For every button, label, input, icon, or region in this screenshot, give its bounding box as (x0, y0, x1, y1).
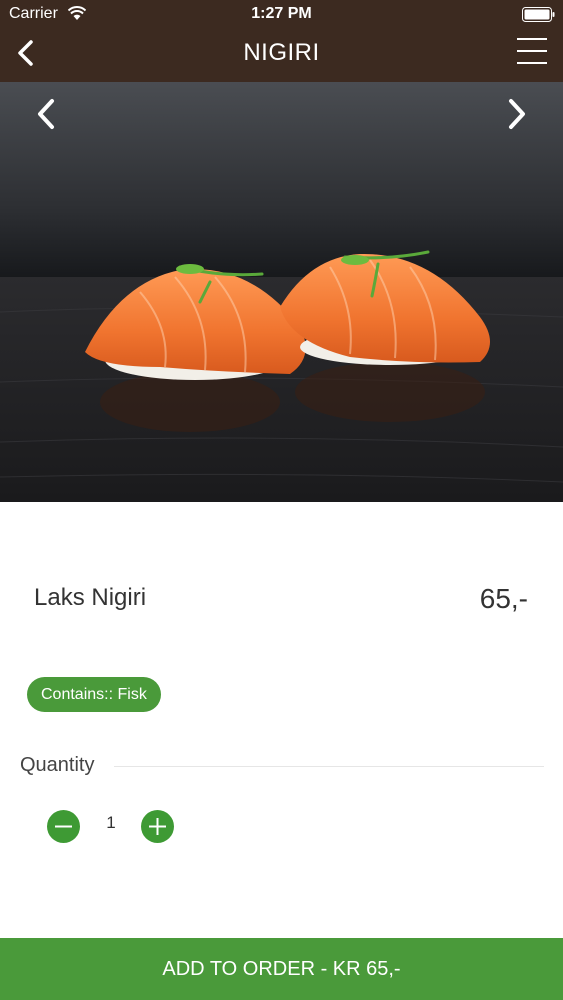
increase-quantity-button[interactable] (141, 810, 174, 843)
chevron-right-icon (509, 99, 525, 129)
next-image-button[interactable] (501, 96, 531, 132)
product-name: Laks Nigiri (34, 584, 147, 611)
nav-bar: NIGIRI (0, 30, 563, 82)
minus-icon (55, 825, 72, 828)
battery-icon (522, 7, 555, 22)
quantity-label: Quantity (20, 754, 95, 776)
clock: 1:27 PM (251, 5, 312, 22)
divider (114, 766, 544, 767)
plus-icon (149, 818, 166, 835)
decrease-quantity-button[interactable] (47, 810, 80, 843)
chevron-left-icon (38, 99, 54, 129)
page-title: NIGIRI (243, 39, 320, 66)
add-to-order-button[interactable]: ADD TO ORDER - KR 65,- (0, 938, 563, 1000)
quantity-value: 1 (106, 813, 116, 832)
allergen-tag: Contains:: Fisk (27, 677, 161, 712)
hamburger-menu-icon (517, 38, 547, 64)
product-price: 65,- (479, 583, 528, 614)
sushi-photo (0, 250, 563, 502)
product-image (0, 82, 563, 502)
prev-image-button[interactable] (32, 96, 62, 132)
menu-button[interactable] (517, 36, 547, 66)
status-bar: Carrier 1:27 PM (0, 0, 563, 30)
